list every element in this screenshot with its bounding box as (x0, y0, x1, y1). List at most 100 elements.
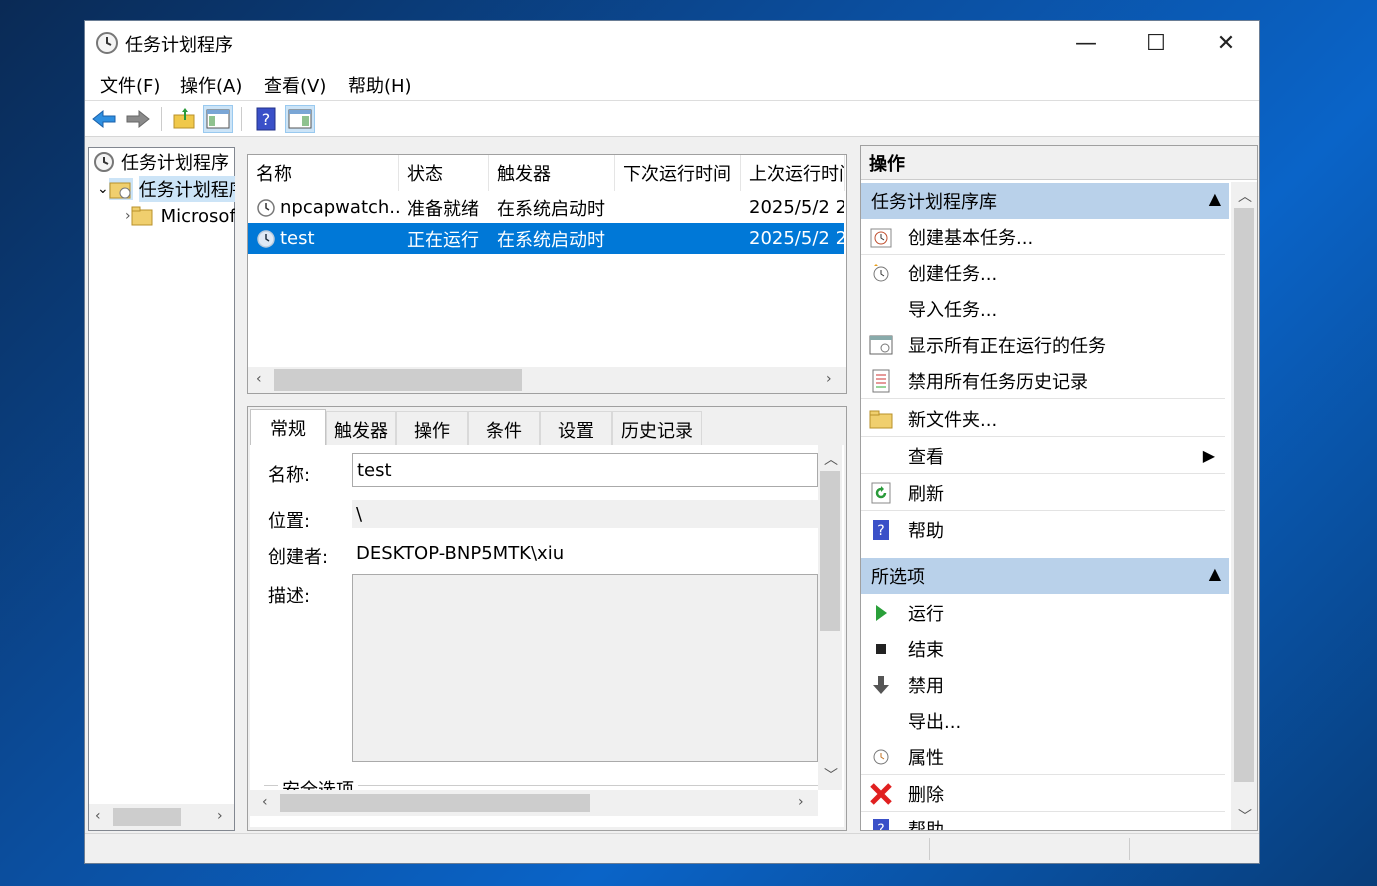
action-delete[interactable]: 删除 (861, 776, 1225, 812)
action-refresh[interactable]: 刷新 (861, 475, 1225, 511)
scroll-down-icon[interactable]: ﹀ (824, 765, 838, 785)
action-new-folder[interactable]: 新文件夹... (861, 401, 1225, 437)
action-label: 禁用所有任务历史记录 (908, 371, 1088, 393)
back-arrow-icon[interactable] (89, 105, 119, 133)
scroll-right-icon[interactable]: › (217, 808, 223, 824)
collapse-up-icon[interactable]: ▲ (1209, 564, 1221, 583)
refresh-icon (869, 481, 893, 505)
action-create-task[interactable]: 创建任务... (861, 255, 1225, 291)
collapse-up-icon[interactable]: ▲ (1209, 189, 1221, 208)
maximize-button[interactable]: ☐ (1121, 21, 1191, 65)
task-list: 名称 状态 触发器 下次运行时间 上次运行时间 npcapwatch... 准备… (247, 154, 847, 394)
svg-text:?: ? (877, 822, 884, 831)
name-label: 名称: (268, 465, 311, 486)
action-show-running-tasks[interactable]: 显示所有正在运行的任务 (861, 327, 1225, 363)
tab-settings[interactable]: 设置 (540, 411, 612, 447)
chevron-down-icon[interactable]: ⌄ (97, 181, 109, 197)
disable-down-arrow-icon (869, 673, 893, 697)
action-label: 帮助 (908, 820, 944, 831)
tree-item-label: 任务计划程序 (121, 153, 229, 174)
description-field[interactable] (352, 574, 818, 762)
table-row-selected[interactable]: test 正在运行 在系统启动时 2025/5/2 2 (248, 223, 844, 254)
action-help-selected[interactable]: ? 帮助 (861, 811, 1225, 831)
action-help[interactable]: ? 帮助 (861, 512, 1225, 548)
up-folder-icon[interactable] (169, 105, 199, 133)
action-create-basic-task[interactable]: 创建基本任务... (861, 219, 1225, 255)
action-properties[interactable]: 属性 (861, 739, 1225, 775)
scrollbar-thumb[interactable] (820, 471, 840, 631)
name-field[interactable]: test (352, 453, 818, 487)
scrollbar-thumb[interactable] (1234, 208, 1254, 782)
properties-icon (869, 745, 893, 769)
clock-icon (95, 31, 119, 55)
action-label: 创建任务... (908, 264, 998, 285)
scroll-left-icon[interactable]: ‹ (262, 794, 268, 810)
section-selected-header[interactable]: 所选项 ▲ (861, 558, 1229, 594)
tree-item-root[interactable]: 任务计划程序 (93, 148, 229, 176)
scrollbar-thumb[interactable] (280, 794, 590, 812)
task-next-run (623, 223, 741, 254)
show-tree-icon[interactable] (203, 105, 233, 133)
menu-action[interactable]: 操作(A) (180, 72, 242, 98)
show-action-pane-icon[interactable] (285, 105, 315, 133)
action-import-task[interactable]: 导入任务... (861, 291, 1225, 327)
help-icon[interactable]: ? (251, 105, 281, 133)
scroll-right-icon[interactable]: › (798, 794, 804, 810)
general-tab-content: 名称: test 位置: \ 创建者: DESKTOP-BNP5MTK\xiu … (250, 445, 844, 827)
scroll-left-icon[interactable]: ‹ (256, 371, 262, 387)
forward-arrow-icon[interactable] (123, 105, 153, 133)
column-header-name[interactable]: 名称 (248, 155, 399, 191)
stop-icon (869, 637, 893, 661)
scroll-up-icon[interactable]: ︿ (1238, 186, 1252, 206)
status-bar (85, 833, 1259, 863)
actions-vertical-scrollbar[interactable]: ︿ ﹀ (1231, 182, 1257, 830)
action-export[interactable]: 导出... (861, 703, 1225, 739)
tree-item-label: Microsoft (160, 205, 235, 227)
tab-actions[interactable]: 操作 (396, 411, 468, 447)
column-header-trigger[interactable]: 触发器 (489, 155, 615, 191)
minimize-button[interactable]: — (1051, 21, 1121, 65)
scroll-left-icon[interactable]: ‹ (95, 808, 101, 824)
scroll-down-icon[interactable]: ﹀ (1238, 806, 1252, 826)
action-end[interactable]: 结束 (861, 631, 1225, 667)
menu-help[interactable]: 帮助(H) (348, 72, 412, 98)
section-library-header[interactable]: 任务计划程序库 ▲ (861, 183, 1229, 219)
navigation-tree: 任务计划程序 ⌄ 任务计划程序库 › Microsoft ‹ › (88, 147, 235, 831)
blank-icon (869, 297, 893, 321)
details-horizontal-scrollbar[interactable]: ‹ › (250, 790, 818, 816)
scrollbar-thumb[interactable] (274, 369, 522, 391)
action-disable-history[interactable]: 禁用所有任务历史记录 (861, 363, 1225, 399)
tab-triggers[interactable]: 触发器 (326, 411, 396, 447)
author-label: 创建者: (268, 547, 329, 568)
action-label: 帮助 (908, 521, 944, 542)
menu-view[interactable]: 查看(V) (264, 72, 326, 98)
tab-general[interactable]: 常规 (250, 409, 326, 445)
details-vertical-scrollbar[interactable]: ︿ ﹀ (818, 445, 842, 790)
section-title: 任务计划程序库 (871, 192, 997, 213)
column-header-status[interactable]: 状态 (399, 155, 489, 191)
scrollbar-thumb[interactable] (113, 808, 181, 826)
tab-conditions[interactable]: 条件 (468, 411, 540, 447)
tree-horizontal-scrollbar[interactable]: ‹ › (89, 804, 234, 830)
close-button[interactable]: ✕ (1191, 21, 1261, 65)
action-disable[interactable]: 禁用 (861, 667, 1225, 703)
task-next-run (623, 192, 741, 223)
action-view[interactable]: 查看 ▶ (861, 438, 1225, 474)
task-list-horizontal-scrollbar[interactable]: ‹ › (248, 367, 846, 393)
task-name-cell: npcapwatch... (256, 192, 401, 223)
action-run[interactable]: 运行 (861, 595, 1225, 631)
section-title: 所选项 (871, 567, 925, 588)
action-label: 属性 (908, 747, 944, 769)
task-trigger: 在系统启动时 (497, 198, 605, 220)
scroll-up-icon[interactable]: ︿ (824, 449, 838, 469)
maximize-icon: ☐ (1146, 30, 1166, 56)
task-name: test (280, 228, 315, 249)
menu-file[interactable]: 文件(F) (100, 72, 160, 98)
table-row[interactable]: npcapwatch... 准备就绪 在系统启动时 2025/5/2 2 (248, 192, 844, 223)
tree-item-library[interactable]: ⌄ 任务计划程序库 (97, 175, 235, 203)
tree-item-microsoft[interactable]: › Microsoft (125, 202, 235, 230)
scroll-right-icon[interactable]: › (826, 371, 832, 387)
tab-history[interactable]: 历史记录 (612, 411, 702, 447)
column-header-next-run[interactable]: 下次运行时间 (615, 155, 741, 191)
column-header-last-run[interactable]: 上次运行时间 (741, 155, 845, 191)
